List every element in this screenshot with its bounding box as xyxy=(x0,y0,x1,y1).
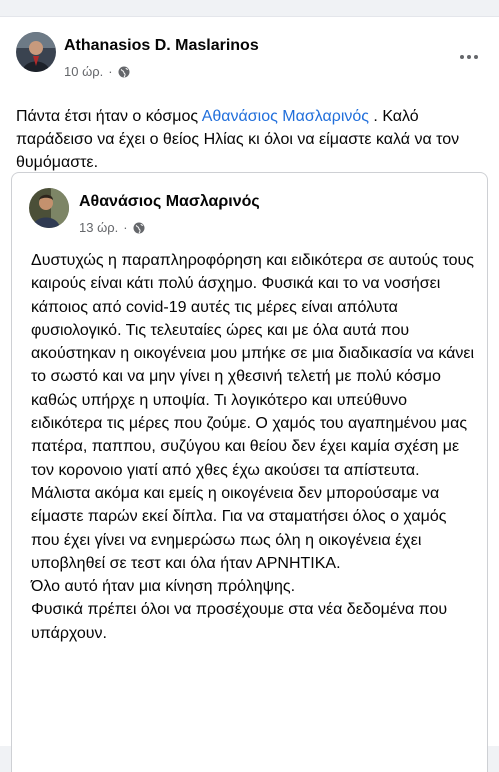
shared-post-time[interactable]: 13 ώρ. xyxy=(79,220,118,235)
facebook-post: Athanasios D. Maslarinos 10 ώρ. · Πάντα … xyxy=(0,16,499,772)
post-text-before: Πάντα έτσι ήταν ο κόσμος xyxy=(16,108,202,125)
meta-separator: · xyxy=(108,64,113,79)
globe-icon xyxy=(133,222,145,234)
shared-paragraph: Όλο αυτό ήταν μια κίνηση πρόληψης. xyxy=(31,578,296,596)
shared-author-avatar[interactable] xyxy=(29,188,69,228)
shared-paragraph: Φυσικά πρέπει όλοι να προσέχουμε στα νέα… xyxy=(31,601,448,642)
post-text: Πάντα έτσι ήταν ο κόσμος Αθανάσιος Μασλα… xyxy=(16,105,486,174)
globe-icon xyxy=(118,66,130,78)
author-avatar[interactable] xyxy=(16,32,56,72)
post-header: Athanasios D. Maslarinos 10 ώρ. · xyxy=(0,17,499,89)
author-mention-link[interactable]: Αθανάσιος Μασλαρινός xyxy=(202,108,369,125)
post-meta: 10 ώρ. · xyxy=(64,64,130,79)
more-options-icon[interactable] xyxy=(457,47,481,67)
post-time[interactable]: 10 ώρ. xyxy=(64,64,103,79)
shared-author-name[interactable]: Αθανάσιος Μασλαρινός xyxy=(79,193,260,211)
author-name[interactable]: Athanasios D. Maslarinos xyxy=(64,37,259,55)
shared-post-meta: 13 ώρ. · xyxy=(79,220,145,235)
shared-post-text: Δυστυχώς η παραπληροφόρηση και ειδικότερ… xyxy=(31,249,479,645)
shared-paragraph: Δυστυχώς η παραπληροφόρηση και ειδικότερ… xyxy=(31,252,475,572)
shared-meta-separator: · xyxy=(123,220,128,235)
shared-post-card[interactable]: Αθανάσιος Μασλαρινός 13 ώρ. · Δυστυχώς η… xyxy=(11,172,488,772)
